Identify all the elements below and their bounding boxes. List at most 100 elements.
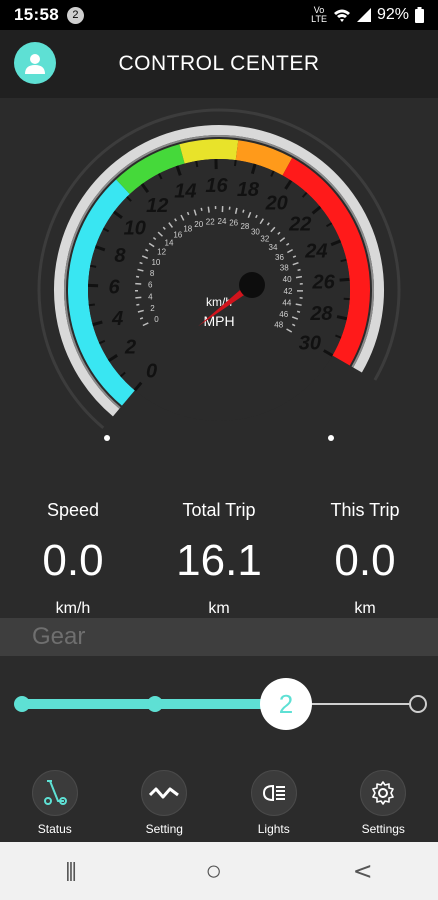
- profile-button[interactable]: [14, 42, 56, 84]
- gauge-inner-label: 20: [194, 220, 203, 229]
- nav-label-status: Status: [37, 822, 72, 836]
- stat-this-trip: This Trip 0.0 km: [292, 500, 438, 618]
- status-bar: 15:58 2 Vo LTE 92%: [0, 0, 438, 30]
- gauge-outer-label: 16: [205, 175, 228, 197]
- gauge-inner-tick: [295, 275, 303, 279]
- gauge-inner-label: 46: [279, 310, 288, 319]
- gauge-inner-tick: [186, 211, 190, 216]
- app-header: CONTROL CENTER: [0, 30, 438, 98]
- gauge-outer-label: 0: [146, 360, 157, 382]
- stat-unit: km: [208, 600, 230, 617]
- gauge-outer-label: 8: [114, 245, 126, 267]
- nav-button-lights[interactable]: [250, 770, 297, 816]
- gauge-inner-tick: [207, 206, 210, 213]
- gauge-end-dot-left: [104, 435, 110, 441]
- gear-section-header: Gear: [0, 618, 438, 656]
- gauge-minor-tick: [90, 264, 97, 268]
- gauge-inner-label: 14: [165, 238, 174, 247]
- gauge-inner-label: 6: [148, 281, 153, 290]
- status-time: 15:58: [14, 5, 59, 24]
- gauge-outer-label: 22: [288, 213, 311, 235]
- gauge-end-dot-right: [328, 435, 334, 441]
- stat-total-trip: Total Trip 16.1 km: [146, 500, 292, 618]
- nav-label-lights: Lights: [257, 822, 290, 836]
- gauge-inner-tick: [136, 303, 140, 306]
- nav-label-settings: Settings: [361, 822, 405, 836]
- gauge-major-tick: [339, 277, 350, 282]
- gauge-inner-label: 16: [173, 231, 182, 240]
- nav-button-status[interactable]: [31, 770, 78, 816]
- gear-stop-0[interactable]: [14, 696, 30, 712]
- stat-label: Speed: [46, 500, 100, 520]
- gauge-inner-label: 4: [148, 293, 153, 302]
- stat-unit: km/h: [55, 600, 91, 617]
- page-title: CONTROL CENTER: [118, 52, 320, 75]
- gauge-outer-label: 24: [304, 241, 327, 263]
- gauge-inner-label: 48: [274, 321, 283, 330]
- gauge-inner-label: 24: [218, 217, 227, 226]
- gear-slider[interactable]: 2: [0, 672, 438, 736]
- gear-icon: [372, 781, 395, 805]
- gauge-inner-tick: [295, 303, 302, 306]
- gauge-inner-label: 12: [157, 248, 166, 257]
- gauge-inner-label: 18: [183, 224, 192, 233]
- home-button[interactable]: ○: [205, 855, 222, 887]
- gauge-minor-tick: [195, 160, 199, 168]
- gauge-minor-tick: [233, 159, 237, 167]
- nav-item-lights[interactable]: Lights: [219, 760, 329, 842]
- gauge-inner-label: 28: [240, 222, 249, 231]
- wave-icon: [149, 787, 180, 799]
- gear-label: Gear: [32, 623, 86, 650]
- gauge-outer-label: 30: [299, 333, 321, 355]
- stat-value: 0.0: [334, 536, 396, 585]
- back-button[interactable]: <: [353, 857, 373, 885]
- battery-percent: 92%: [376, 6, 409, 23]
- gauge-inner-label: 38: [280, 264, 289, 273]
- gauge-unit-mph: MPH: [203, 313, 234, 329]
- stat-value: 0.0: [42, 536, 104, 585]
- gauge-inner-label: 40: [283, 275, 292, 284]
- gauge-inner-label: 0: [154, 315, 159, 324]
- stat-unit: km: [354, 600, 376, 617]
- signal-icon: [356, 8, 371, 22]
- trip-stats: Speed 0.0 km/h Total Trip 16.1 km This T…: [0, 500, 438, 618]
- gauge-outer-label: 6: [109, 276, 121, 298]
- recent-apps-button[interactable]: |||: [65, 860, 77, 883]
- gear-stop-3[interactable]: [409, 695, 427, 713]
- gauge-outer-label: 12: [146, 195, 168, 217]
- nav-item-status[interactable]: Status: [0, 760, 110, 842]
- gauge-inner-label: 36: [275, 253, 284, 262]
- gauge-inner-label: 8: [150, 269, 155, 278]
- gauge-inner-label: 30: [251, 227, 260, 236]
- gauge-inner-label: 42: [284, 287, 293, 296]
- gauge-outer-label: 18: [237, 179, 260, 201]
- nav-item-setting[interactable]: Setting: [110, 760, 220, 842]
- gauge-inner-label: 2: [150, 304, 155, 313]
- gear-stop-1[interactable]: [147, 696, 163, 712]
- speedometer-gauge: 02468101214 16 182022242628300246810121416…: [37, 108, 401, 441]
- headlight-icon: [262, 784, 285, 802]
- volte-icon: Vo LTE: [311, 5, 327, 24]
- nav-button-settings[interactable]: [360, 770, 407, 816]
- gauge-inner-label: 44: [282, 298, 291, 307]
- status-icons: Vo LTE 92%: [311, 6, 424, 24]
- gauge-outer-label: 14: [174, 181, 196, 203]
- needle-hub: [239, 272, 265, 298]
- nav-label-setting: Setting: [145, 822, 183, 836]
- system-nav-bar: ||| ○ <: [0, 842, 438, 900]
- nav-item-settings[interactable]: Settings: [329, 760, 438, 842]
- gauge-inner-label: 22: [206, 218, 215, 227]
- gauge-minor-tick: [340, 258, 347, 263]
- gauge-inner-tick: [139, 317, 144, 320]
- gauge-inner-tick: [139, 261, 143, 265]
- nav-button-setting[interactable]: [141, 770, 188, 816]
- gauge-outer-label: 4: [111, 308, 123, 330]
- battery-icon: [415, 7, 424, 23]
- stat-speed: Speed 0.0 km/h: [0, 500, 146, 618]
- stat-label: This Trip: [330, 500, 400, 520]
- wifi-icon: [333, 9, 350, 22]
- gauge-outer-label: 26: [312, 271, 336, 293]
- gauge-inner-tick: [297, 268, 301, 272]
- gauge-inner-tick: [135, 296, 142, 299]
- notification-count-badge: 2: [66, 6, 84, 24]
